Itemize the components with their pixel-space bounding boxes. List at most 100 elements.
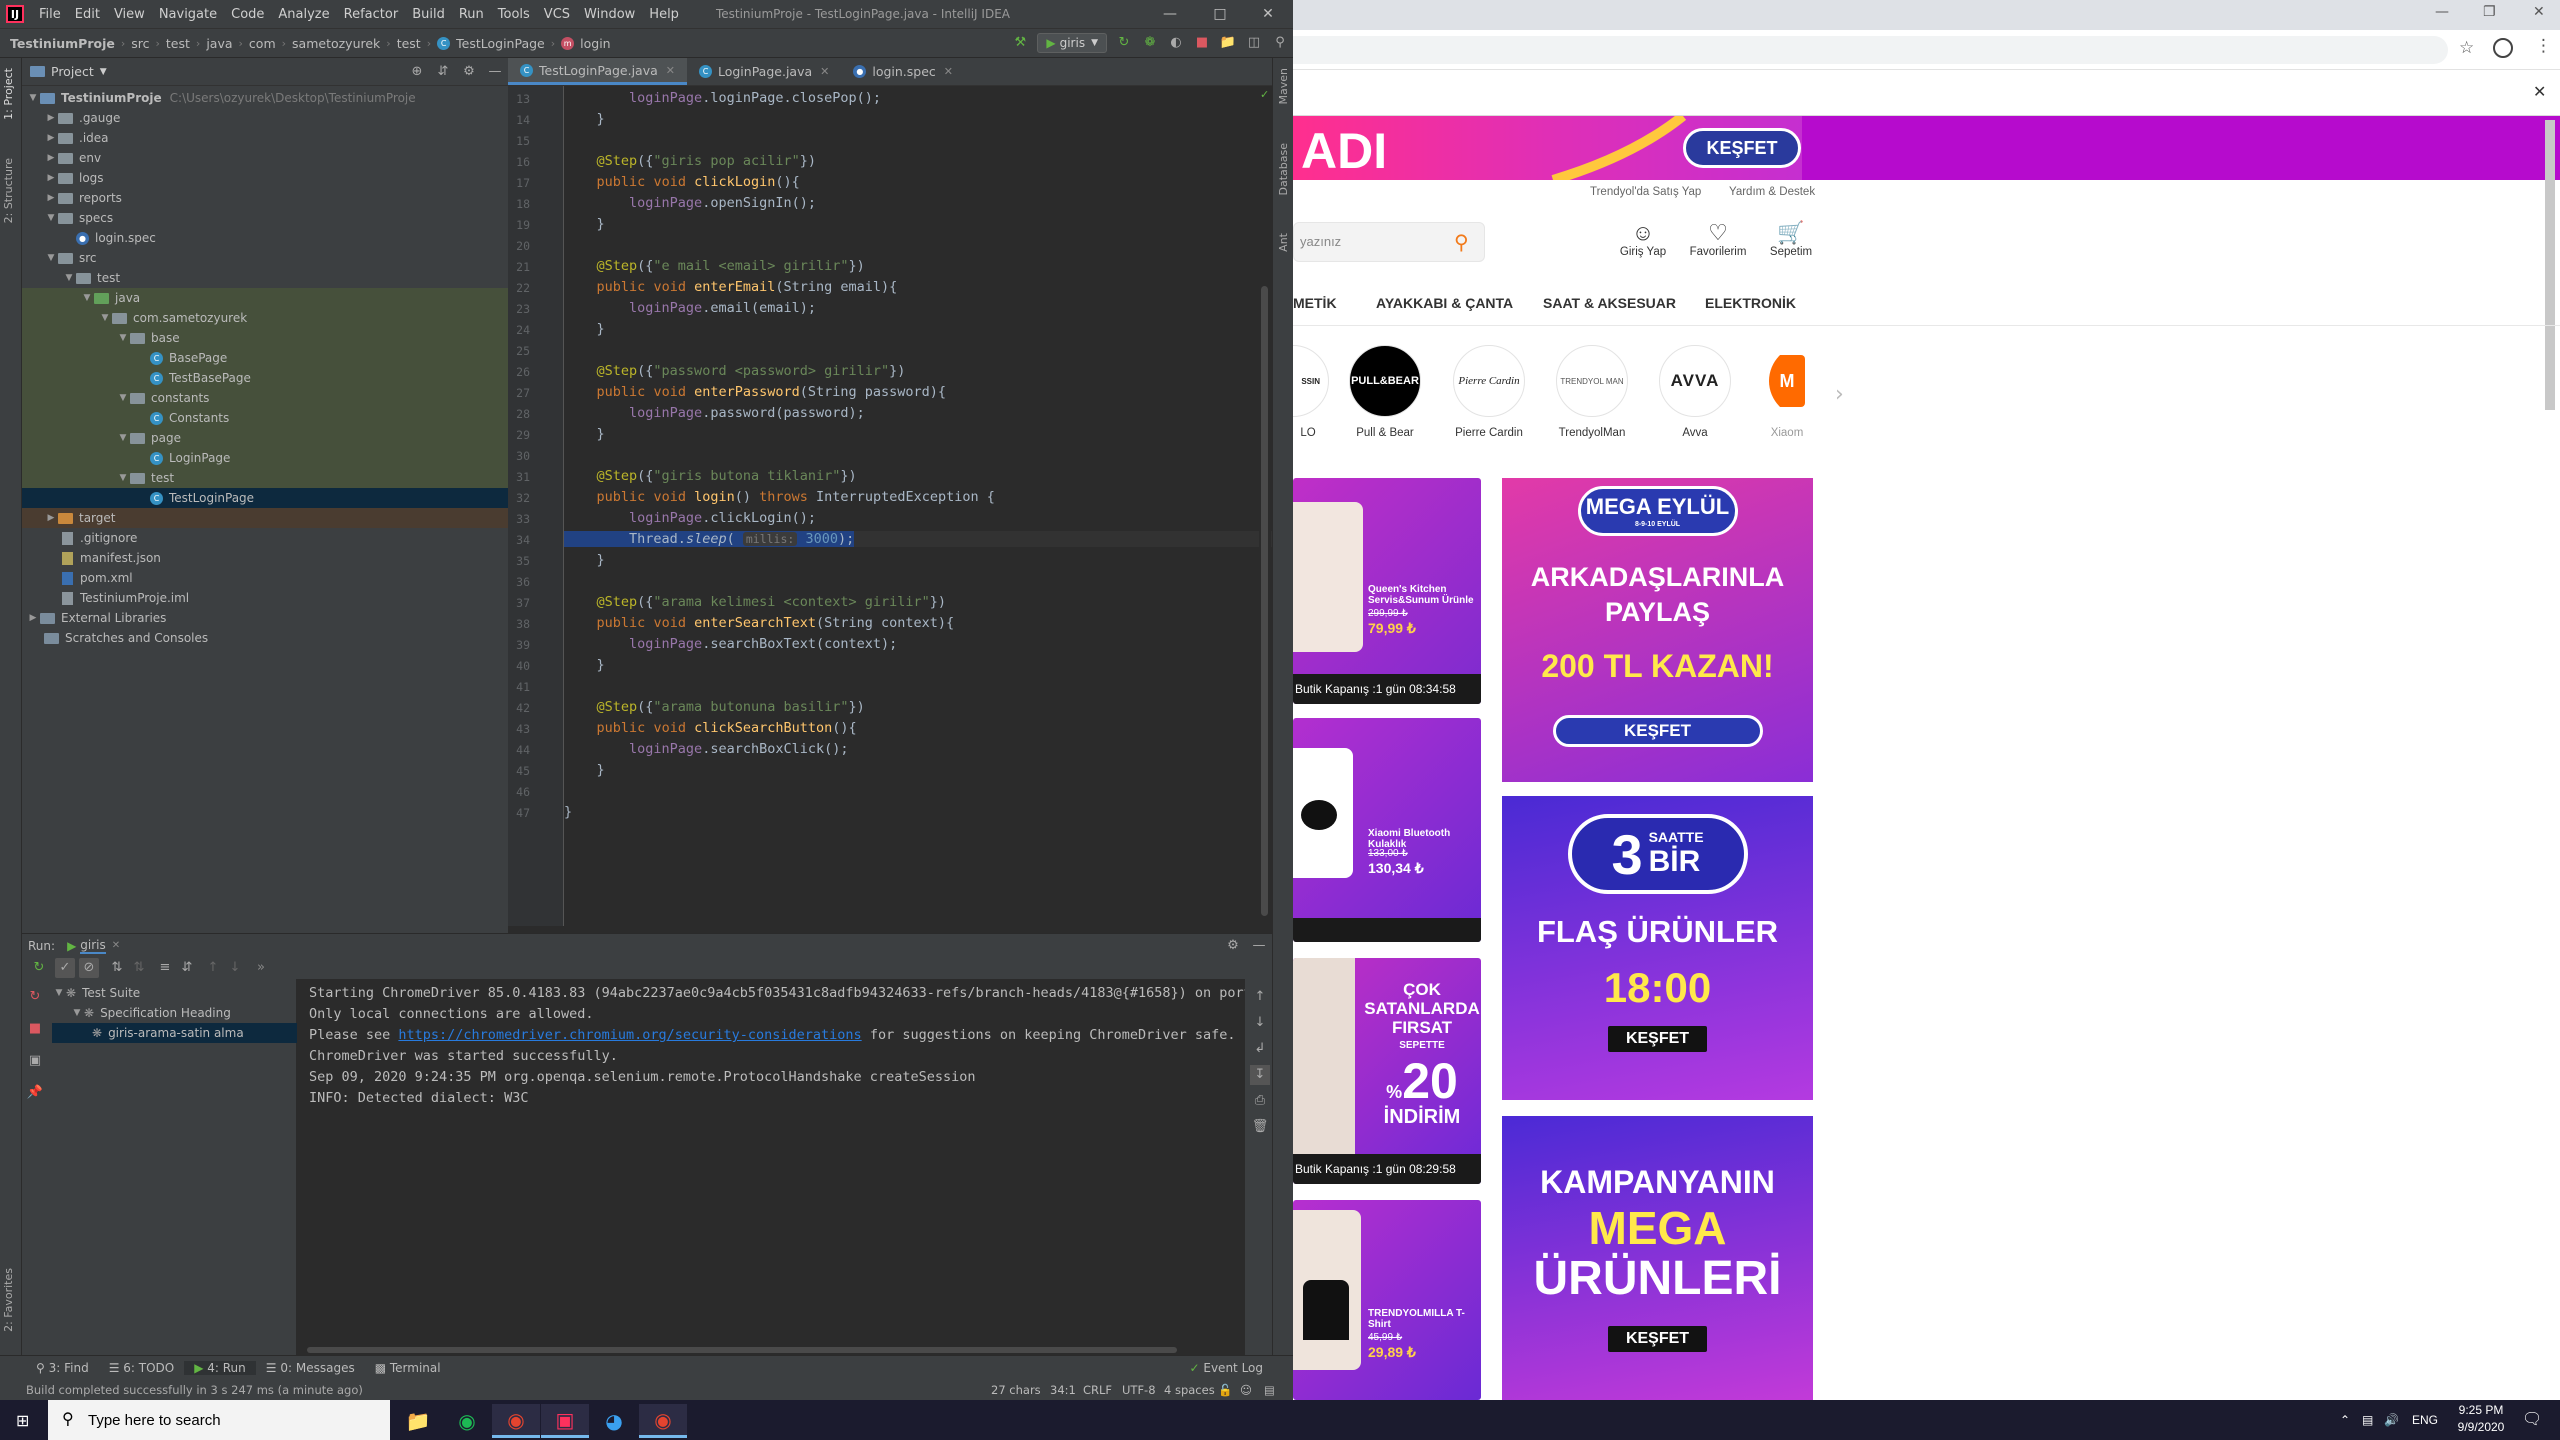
promo-mega-eylul[interactable]: MEGA EYLÜL 8-9-10 EYLÜL ARKADAŞLARINLA PA… <box>1502 478 1813 782</box>
tree-item-package[interactable]: ▼ com.sametozyurek <box>22 308 508 328</box>
expanded-arrow-icon[interactable]: ▼ <box>80 288 94 308</box>
tab-todo[interactable]: ☰ 6: TODO <box>99 1361 185 1375</box>
expanded-arrow-icon[interactable]: ▼ <box>98 308 112 328</box>
status-message[interactable]: Build completed successfully in 3 s 247 … <box>26 1383 363 1397</box>
tab-run[interactable]: ▶ 4: Run <box>184 1361 256 1375</box>
expanded-arrow-icon[interactable]: ▼ <box>116 468 130 488</box>
collapse-all-icon[interactable]: ⇵ <box>177 958 197 978</box>
edge-icon[interactable]: ◕ <box>590 1404 638 1438</box>
menu-code[interactable]: Code <box>224 7 271 22</box>
sort-duration-icon[interactable]: ⇅ <box>129 958 149 978</box>
close-icon[interactable]: ✕ <box>2533 4 2545 20</box>
tree-item-src[interactable]: ▼ src <box>44 248 97 268</box>
collapsed-arrow-icon[interactable]: ▶ <box>44 148 58 168</box>
stop-icon[interactable]: ■ <box>1192 33 1212 53</box>
tree-item-idea[interactable]: ▶ .idea <box>44 128 109 148</box>
discover-button[interactable]: KEŞFET <box>1607 1026 1708 1052</box>
brand-item[interactable]: AVVA Avva <box>1657 345 1733 439</box>
tree-item-base[interactable]: ▼ base <box>22 328 508 348</box>
console-horizontal-scrollbar[interactable] <box>307 1347 1177 1353</box>
menu-file[interactable]: File <box>32 7 68 22</box>
tree-item-testbasepage[interactable]: C TestBasePage <box>22 368 508 388</box>
lock-icon[interactable]: 🔓 <box>1218 1380 1232 1400</box>
show-ignored-icon[interactable]: ⊘ <box>79 958 99 978</box>
product-card-tshirt[interactable]: TRENDYOLMILLA T-Shirt 45,99 ₺ 29,89 ₺ <box>1293 1200 1481 1400</box>
chrome-icon[interactable]: ◉ <box>639 1404 687 1438</box>
tree-item-reports[interactable]: ▶ reports <box>44 188 122 208</box>
tree-item-test-dir[interactable]: ▼ test <box>62 268 121 288</box>
database-tool-tab[interactable]: Database <box>1277 143 1290 196</box>
tree-item-iml[interactable]: TestiniumProje.iml <box>62 588 189 608</box>
project-structure-icon[interactable]: 📁 <box>1218 33 1238 53</box>
hammer-icon[interactable]: ⚒ <box>1010 33 1030 53</box>
close-tab-icon[interactable]: ✕ <box>944 65 953 78</box>
tab-messages[interactable]: ☰ 0: Messages <box>256 1361 365 1375</box>
keyboard-layout[interactable]: ENG <box>2412 1400 2438 1440</box>
chevron-down-icon[interactable]: ▼ <box>100 67 107 77</box>
locate-icon[interactable]: ⊕ <box>407 62 427 82</box>
brand-item[interactable]: SSIN LO <box>1293 345 1331 439</box>
soft-wrap-icon[interactable]: ↲ <box>1250 1039 1270 1059</box>
rerun-icon[interactable]: ↻ <box>1114 33 1134 53</box>
collapsed-arrow-icon[interactable]: ▶ <box>44 168 58 188</box>
collapsed-arrow-icon[interactable]: ▶ <box>44 108 58 128</box>
sell-on-trendyol-link[interactable]: Trendyol'da Satış Yap <box>1590 186 1701 198</box>
inspection-ok-icon[interactable]: ✓ <box>1260 88 1269 101</box>
gear-icon[interactable]: ⚙ <box>459 62 479 82</box>
spotify-icon[interactable]: ◉ <box>443 1404 491 1438</box>
notifications-icon[interactable]: 🗨 <box>2522 1400 2542 1440</box>
security-link[interactable]: https://chromedriver.chromium.org/securi… <box>398 1027 861 1043</box>
help-support-link[interactable]: Yardım & Destek <box>1729 186 1815 198</box>
collapsed-arrow-icon[interactable]: ▶ <box>26 608 40 628</box>
top-banner[interactable]: ADI KEŞFET <box>1293 116 1802 180</box>
show-passed-icon[interactable]: ✓ <box>55 958 75 978</box>
expanded-arrow-icon[interactable]: ▼ <box>62 268 76 288</box>
tree-item-page[interactable]: ▼ page <box>22 428 508 448</box>
tree-item-pom[interactable]: pom.xml <box>62 568 133 588</box>
breadcrumb-sametozyurek[interactable]: sametozyurek <box>292 36 380 51</box>
collapse-all-icon[interactable]: ⇵ <box>433 62 453 82</box>
promo-flash-products[interactable]: 3 SAATTE BİR FLAŞ ÜRÜNLER 18:00 KEŞFET <box>1502 796 1813 1100</box>
page-scrollbar-thumb[interactable] <box>2545 120 2555 410</box>
gear-icon[interactable]: ⚙ <box>1223 936 1243 956</box>
clock[interactable]: 9:25 PM 9/9/2020 <box>2446 1402 2516 1438</box>
breadcrumb-src[interactable]: src <box>131 36 149 51</box>
maximize-icon[interactable]: □ <box>1195 0 1245 28</box>
tree-item-test-package[interactable]: ▼ test <box>22 468 508 488</box>
expand-all-icon[interactable]: ≡ <box>155 958 175 978</box>
coverage-icon[interactable]: ◐ <box>1166 33 1186 53</box>
file-explorer-icon[interactable]: 📁 <box>394 1404 442 1438</box>
promo-card-bestsellers[interactable]: ÇOK SATANLARDA FIRSAT SEPETTE %20 İNDİRİ… <box>1293 958 1481 1184</box>
tab-find[interactable]: ⚲ 3: Find <box>26 1361 99 1375</box>
arrow-down-icon[interactable]: ↓ <box>1250 1013 1270 1033</box>
star-icon[interactable]: ☆ <box>2459 38 2474 58</box>
close-tab-icon[interactable]: ✕ <box>820 65 829 78</box>
project-view-label[interactable]: Project <box>51 64 94 79</box>
status-indent[interactable]: 4 spaces <box>1164 1380 1215 1400</box>
tree-item-manifest[interactable]: manifest.json <box>62 548 161 568</box>
tree-item-testloginpage[interactable]: C TestLoginPage <box>22 488 508 508</box>
project-tool-tab[interactable]: 1: Project <box>2 68 15 120</box>
favorites-tool-tab[interactable]: 2: Favorites <box>2 1268 15 1332</box>
status-caret-position[interactable]: 34:1 <box>1050 1380 1076 1400</box>
trash-icon[interactable]: 🗑 <box>1250 1117 1270 1137</box>
volume-icon[interactable]: 🔊 <box>2384 1400 2399 1440</box>
expanded-arrow-icon[interactable]: ▼ <box>116 428 130 448</box>
menu-edit[interactable]: Edit <box>68 7 107 22</box>
expanded-arrow-icon[interactable]: ▼ <box>116 328 130 348</box>
menu-window[interactable]: Window <box>577 7 642 22</box>
brand-item[interactable]: TRENDYOL MAN TrendyolMan <box>1554 345 1630 439</box>
arrow-down-icon[interactable]: ↓ <box>225 958 245 978</box>
taskbar-search-box[interactable]: ⚲ Type here to search <box>48 1400 390 1440</box>
chevron-right-icon[interactable]: › <box>1835 382 1844 407</box>
cart-button[interactable]: 🛒 Sepetim <box>1761 220 1821 258</box>
arrow-up-icon[interactable]: ↑ <box>203 958 223 978</box>
category-cosmetics[interactable]: METİK <box>1293 295 1337 311</box>
tree-item-gauge[interactable]: ▶ .gauge <box>44 108 121 128</box>
discover-button[interactable]: KEŞFET <box>1552 715 1763 747</box>
favorites-button[interactable]: ♡ Favorilerim <box>1683 220 1753 258</box>
tree-item-constants-class[interactable]: C Constants <box>22 408 508 428</box>
promo-mega-products[interactable]: KAMPANYANIN MEGA ÜRÜNLERİ KEŞFET <box>1502 1116 1813 1400</box>
breadcrumb-test-package[interactable]: test <box>397 36 421 51</box>
tree-item-basepage[interactable]: C BasePage <box>22 348 508 368</box>
